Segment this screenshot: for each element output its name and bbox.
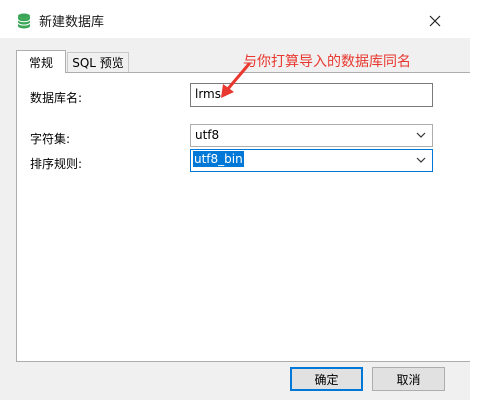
window-edge [470,0,481,400]
database-icon [17,13,31,29]
annotation-note: 与你打算导入的数据库同名 [243,54,411,70]
collation-select[interactable]: utf8_bin [190,149,433,172]
tab-panel-general [16,72,470,362]
tab-general[interactable]: 常规 [16,50,66,73]
collation-value: utf8_bin [193,151,244,167]
chevron-down-icon [416,132,426,138]
collation-label: 排序规则: [30,157,83,171]
cancel-button[interactable]: 取消 [372,367,445,391]
close-button[interactable] [422,8,448,34]
db-name-label: 数据库名: [30,91,83,105]
close-icon [429,15,441,27]
ok-button[interactable]: 确定 [290,367,363,391]
tab-sql-preview[interactable]: SQL 预览 [67,52,129,72]
charset-select[interactable]: utf8 [190,124,433,147]
window-title: 新建数据库 [39,15,105,30]
charset-value: utf8 [195,128,220,142]
charset-label: 字符集: [30,132,71,146]
annotation-arrow-icon [215,54,265,104]
chevron-down-icon [416,157,426,163]
